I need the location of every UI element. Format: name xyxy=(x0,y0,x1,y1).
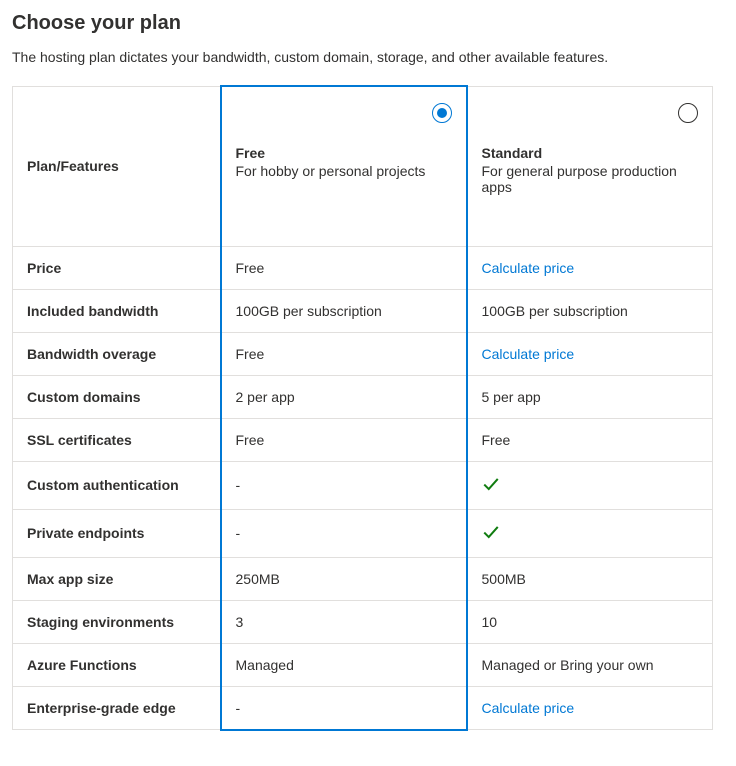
feature-label: Staging environments xyxy=(13,600,221,643)
feature-label: Price xyxy=(13,246,221,289)
table-row: Azure Functions Managed Managed or Bring y… xyxy=(13,643,713,686)
cell-value: 500MB xyxy=(482,571,526,587)
feature-label: Custom authentication xyxy=(13,461,221,509)
header-feature-column: Plan/Features xyxy=(13,86,221,246)
plan-name-free: Free xyxy=(236,145,452,161)
table-row: Included bandwidth 100GB per subscription… xyxy=(13,289,713,332)
feature-label: Enterprise-grade edge xyxy=(13,686,221,730)
feature-label: Max app size xyxy=(13,557,221,600)
cell-standard: Free xyxy=(467,418,713,461)
table-row: Enterprise-grade edge- Calculate price xyxy=(13,686,713,730)
table-row: Custom authentication- xyxy=(13,461,713,509)
cell-value: 3 xyxy=(236,614,244,630)
calculate-price-link[interactable]: Calculate price xyxy=(482,260,575,276)
cell-value: - xyxy=(236,525,241,541)
plan-header-standard[interactable]: Standard For general purpose production … xyxy=(467,86,713,246)
cell-standard xyxy=(467,509,713,557)
cell-value: 100GB per subscription xyxy=(482,303,628,319)
feature-label: Azure Functions xyxy=(13,643,221,686)
cell-standard: 100GB per subscription xyxy=(467,289,713,332)
cell-standard xyxy=(467,461,713,509)
cell-free: Free xyxy=(221,246,467,289)
cell-free: - xyxy=(221,461,467,509)
table-row: Max app size 250MB 500MB xyxy=(13,557,713,600)
table-row: Staging environments 3 10 xyxy=(13,600,713,643)
cell-value: Managed xyxy=(236,657,294,673)
radio-plan-standard[interactable] xyxy=(678,103,698,123)
cell-standard: 10 xyxy=(467,600,713,643)
check-icon xyxy=(482,523,500,541)
feature-label: Private endpoints xyxy=(13,509,221,557)
cell-value: 2 per app xyxy=(236,389,295,405)
cell-value: 100GB per subscription xyxy=(236,303,382,319)
cell-value: Free xyxy=(482,432,511,448)
cell-free: 250MB xyxy=(221,557,467,600)
cell-value: 10 xyxy=(482,614,498,630)
calculate-price-link[interactable]: Calculate price xyxy=(482,700,575,716)
cell-free: 2 per app xyxy=(221,375,467,418)
cell-value: - xyxy=(236,700,241,716)
cell-free: - xyxy=(221,509,467,557)
cell-standard: Managed or Bring your own xyxy=(467,643,713,686)
radio-plan-free[interactable] xyxy=(432,103,452,123)
table-row: Private endpoints- xyxy=(13,509,713,557)
check-icon xyxy=(482,475,500,493)
cell-standard: 500MB xyxy=(467,557,713,600)
cell-free: 100GB per subscription xyxy=(221,289,467,332)
page-subtitle: The hosting plan dictates your bandwidth… xyxy=(12,49,724,65)
cell-value: 5 per app xyxy=(482,389,541,405)
cell-value: Free xyxy=(236,432,265,448)
plan-desc-free: For hobby or personal projects xyxy=(236,163,452,179)
feature-label: Bandwidth overage xyxy=(13,332,221,375)
plan-name-standard: Standard xyxy=(482,145,699,161)
cell-standard: Calculate price xyxy=(467,686,713,730)
cell-free: Free xyxy=(221,332,467,375)
cell-value: 250MB xyxy=(236,571,280,587)
page-title: Choose your plan xyxy=(12,12,724,35)
feature-label: Custom domains xyxy=(13,375,221,418)
plan-comparison-table: Plan/Features Free For hobby or personal… xyxy=(12,85,713,731)
table-row: Bandwidth overage Free Calculate price xyxy=(13,332,713,375)
feature-label: Included bandwidth xyxy=(13,289,221,332)
cell-standard: Calculate price xyxy=(467,246,713,289)
table-row: Price Free Calculate price xyxy=(13,246,713,289)
plan-desc-standard: For general purpose production apps xyxy=(482,163,699,195)
cell-standard: Calculate price xyxy=(467,332,713,375)
cell-value: - xyxy=(236,477,241,493)
calculate-price-link[interactable]: Calculate price xyxy=(482,346,575,362)
table-row: SSL certificates Free Free xyxy=(13,418,713,461)
cell-free: - xyxy=(221,686,467,730)
cell-value: Free xyxy=(236,260,265,276)
cell-standard: 5 per app xyxy=(467,375,713,418)
cell-value: Managed or Bring your own xyxy=(482,657,654,673)
cell-value: Free xyxy=(236,346,265,362)
cell-free: 3 xyxy=(221,600,467,643)
table-row: Custom domains 2 per app 5 per app xyxy=(13,375,713,418)
cell-free: Free xyxy=(221,418,467,461)
cell-free: Managed xyxy=(221,643,467,686)
feature-label: SSL certificates xyxy=(13,418,221,461)
plan-header-free[interactable]: Free For hobby or personal projects xyxy=(221,86,467,246)
